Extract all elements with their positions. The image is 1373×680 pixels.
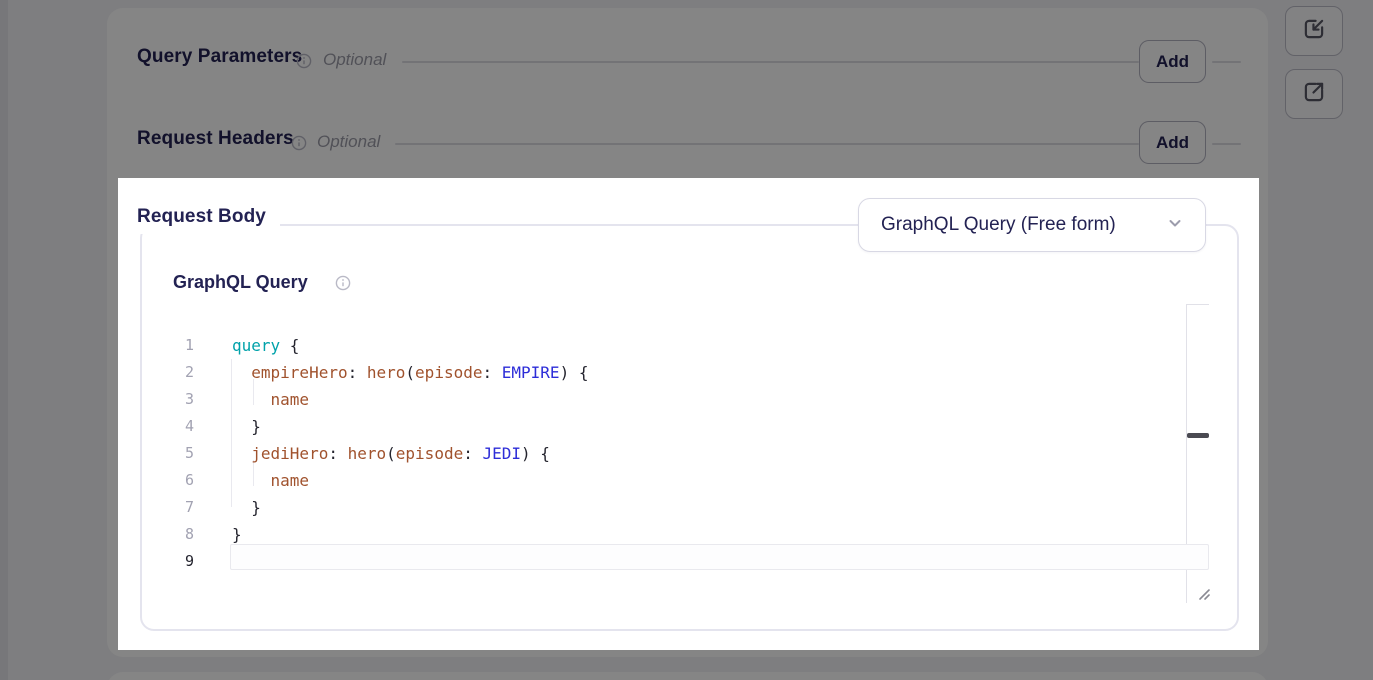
body-type-select-value: GraphQL Query (Free form) [881, 214, 1116, 236]
code-line[interactable]: } [232, 521, 1207, 548]
line-number: 5 [162, 440, 194, 467]
code-line[interactable]: empireHero: hero(episode: EMPIRE) { [232, 359, 1207, 386]
resize-handle-icon[interactable] [1196, 586, 1212, 602]
code-line[interactable]: jediHero: hero(episode: JEDI) { [232, 440, 1207, 467]
page-edge-strip [0, 0, 8, 680]
line-number: 2 [162, 359, 194, 386]
divider [402, 61, 1139, 63]
line-number: 3 [162, 386, 194, 413]
code-line[interactable]: name [232, 386, 1207, 413]
editor-border-top [1186, 304, 1209, 305]
query-parameters-optional-badge: Optional [323, 50, 386, 70]
line-number: 4 [162, 413, 194, 440]
code-line[interactable]: name [232, 467, 1207, 494]
line-number: 6 [162, 467, 194, 494]
body-type-select[interactable]: GraphQL Query (Free form) [858, 198, 1206, 252]
info-icon[interactable] [335, 275, 351, 296]
graphql-query-panel: GraphQL Query 123456789 query { empireHe… [140, 224, 1239, 631]
code-line[interactable]: } [232, 494, 1207, 521]
scrollbar-thumb[interactable] [1187, 433, 1209, 438]
request-headers-optional-badge: Optional [317, 132, 380, 152]
line-number: 1 [162, 332, 194, 359]
external-link-icon [1301, 79, 1327, 110]
info-icon[interactable] [296, 53, 312, 74]
code-line[interactable] [232, 548, 1207, 575]
query-parameters-label: Query Parameters [137, 46, 302, 68]
next-section-card [107, 672, 1268, 680]
edit-in-editor-button[interactable] [1285, 6, 1343, 56]
chevron-down-icon [1165, 213, 1185, 238]
divider [1212, 143, 1241, 145]
divider [1212, 61, 1241, 63]
code-gutter: 123456789 [162, 332, 194, 575]
open-external-button[interactable] [1285, 69, 1343, 119]
divider [395, 143, 1139, 145]
request-body-label: Request Body [135, 204, 280, 234]
edit-box-icon [1301, 16, 1327, 47]
graphql-query-label: GraphQL Query [173, 272, 308, 293]
line-number: 8 [162, 521, 194, 548]
code-line[interactable]: query { [232, 332, 1207, 359]
line-number: 9 [162, 548, 194, 575]
line-number: 7 [162, 494, 194, 521]
code-line[interactable]: } [232, 413, 1207, 440]
request-form-card: Query Parameters Optional Add Request He… [107, 8, 1268, 657]
add-request-header-button[interactable]: Add [1139, 121, 1206, 164]
add-query-parameter-button[interactable]: Add [1139, 40, 1206, 83]
code-editor[interactable]: query { empireHero: hero(episode: EMPIRE… [232, 332, 1207, 575]
info-icon[interactable] [291, 135, 307, 156]
request-headers-label: Request Headers [137, 128, 294, 150]
